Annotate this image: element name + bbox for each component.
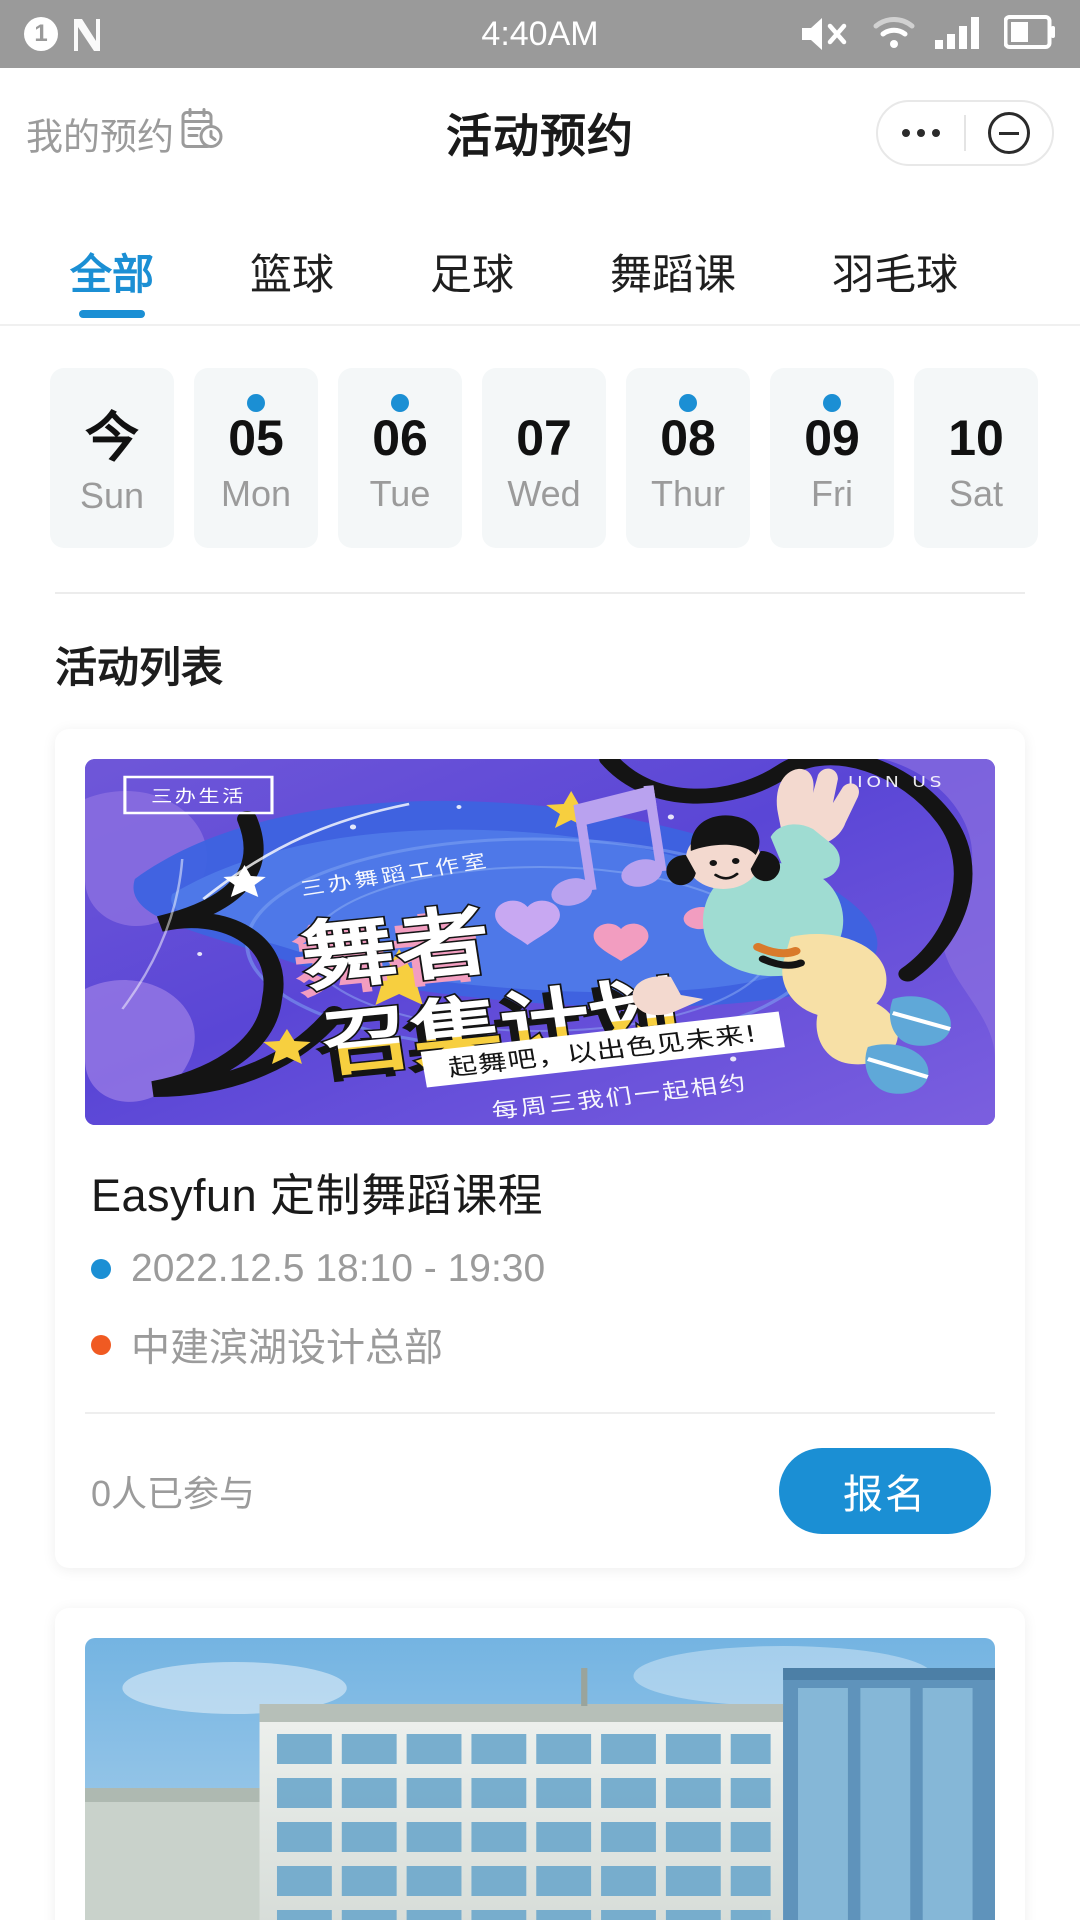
date-cell-08[interactable]: 08 Thur <box>626 368 750 548</box>
event-card[interactable] <box>55 1608 1025 1920</box>
date-cell-09[interactable]: 09 Fri <box>770 368 894 548</box>
location-dot-icon <box>91 1335 111 1355</box>
volume-mute-icon <box>798 15 854 53</box>
event-location-row: 中建滨湖设计总部 <box>85 1304 995 1386</box>
date-number: 09 <box>804 409 860 466</box>
event-poster-image: 三办生活 三办舞蹈工作室 舞者 舞者 召集计划 召集计划 起舞吧，以出色见未来!… <box>85 759 995 1125</box>
event-time: 2022.12.5 18:10 - 19:30 <box>131 1247 546 1290</box>
tab-all[interactable]: 全部 <box>70 241 154 324</box>
date-weekday: Sun <box>79 475 145 517</box>
date-weekday: Wed <box>507 473 581 515</box>
date-number: 10 <box>948 409 1004 466</box>
poster-corner-text: JION US <box>847 773 945 791</box>
wifi-icon <box>872 14 916 55</box>
signup-button[interactable]: 报名 <box>779 1448 991 1534</box>
participants-count: 0人已参与 <box>91 1473 256 1514</box>
nav-bar: 我的预约 活动预约 <box>0 68 1080 198</box>
date-cell-today[interactable]: 今 Sun <box>50 368 174 548</box>
more-dots-icon <box>902 129 940 137</box>
status-bar-right <box>798 14 1056 55</box>
category-tabs[interactable]: 全部 篮球 足球 舞蹈课 羽毛球 <box>0 198 1080 326</box>
event-photo-image <box>85 1638 995 1920</box>
status-bar: 1 4:40AM <box>0 0 1080 68</box>
battery-icon <box>1003 14 1056 54</box>
event-card-body <box>55 1608 1025 1920</box>
event-indicator-dot <box>823 394 841 412</box>
date-cell-06[interactable]: 06 Tue <box>338 368 462 548</box>
time-dot-icon <box>91 1259 111 1279</box>
event-card-body: 三办生活 三办舞蹈工作室 舞者 舞者 召集计划 召集计划 起舞吧，以出色见未来!… <box>55 729 1025 1414</box>
section-title: 活动列表 <box>55 644 224 691</box>
event-indicator-dot <box>391 394 409 412</box>
date-number: 05 <box>228 409 284 466</box>
event-indicator-dot <box>247 394 265 412</box>
date-number: 06 <box>372 409 428 466</box>
event-location: 中建滨湖设计总部 <box>131 1327 444 1370</box>
miniprogram-capsule <box>876 100 1054 166</box>
event-card[interactable]: 三办生活 三办舞蹈工作室 舞者 舞者 召集计划 召集计划 起舞吧，以出色见未来!… <box>55 729 1025 1568</box>
poster-badge-text: 三办生活 <box>151 786 246 806</box>
tab-football[interactable]: 足球 <box>430 241 514 324</box>
date-selector[interactable]: 今 Sun 05 Mon 06 Tue 07 Wed 08 Thur 09 Fr… <box>0 326 1080 592</box>
date-weekday: Sat <box>948 473 1004 515</box>
date-cell-10[interactable]: 10 Sat <box>914 368 1038 548</box>
date-weekday: Tue <box>369 473 431 515</box>
more-menu-button[interactable] <box>878 102 964 164</box>
event-card-footer: 0人已参与 报名 <box>55 1414 1025 1568</box>
cellular-signal-icon <box>934 14 986 55</box>
date-cell-07[interactable]: 07 Wed <box>482 368 606 548</box>
date-number: 08 <box>660 409 716 466</box>
event-indicator-dot <box>679 394 697 412</box>
minimize-circle-icon <box>988 112 1030 154</box>
date-number: 07 <box>516 409 572 466</box>
event-time-row: 2022.12.5 18:10 - 19:30 <box>85 1234 995 1304</box>
date-weekday: Thur <box>650 473 726 515</box>
minimize-button[interactable] <box>966 102 1052 164</box>
date-weekday: Fri <box>811 473 853 515</box>
event-title: Easyfun 定制舞蹈课程 <box>91 1170 544 1221</box>
tab-basketball[interactable]: 篮球 <box>250 241 334 324</box>
date-weekday: Mon <box>220 473 292 515</box>
tab-badminton[interactable]: 羽毛球 <box>832 241 958 324</box>
tab-dance-class[interactable]: 舞蹈课 <box>610 241 736 324</box>
date-number: 今 <box>85 407 139 468</box>
poster-headline-1: 舞者 <box>295 897 497 1003</box>
app-root: 1 4:40AM 我的预约 活动预约 全部 篮球 足球 舞蹈课 羽毛球 今 Su… <box>0 0 1080 1920</box>
date-cell-05[interactable]: 05 Mon <box>194 368 318 548</box>
